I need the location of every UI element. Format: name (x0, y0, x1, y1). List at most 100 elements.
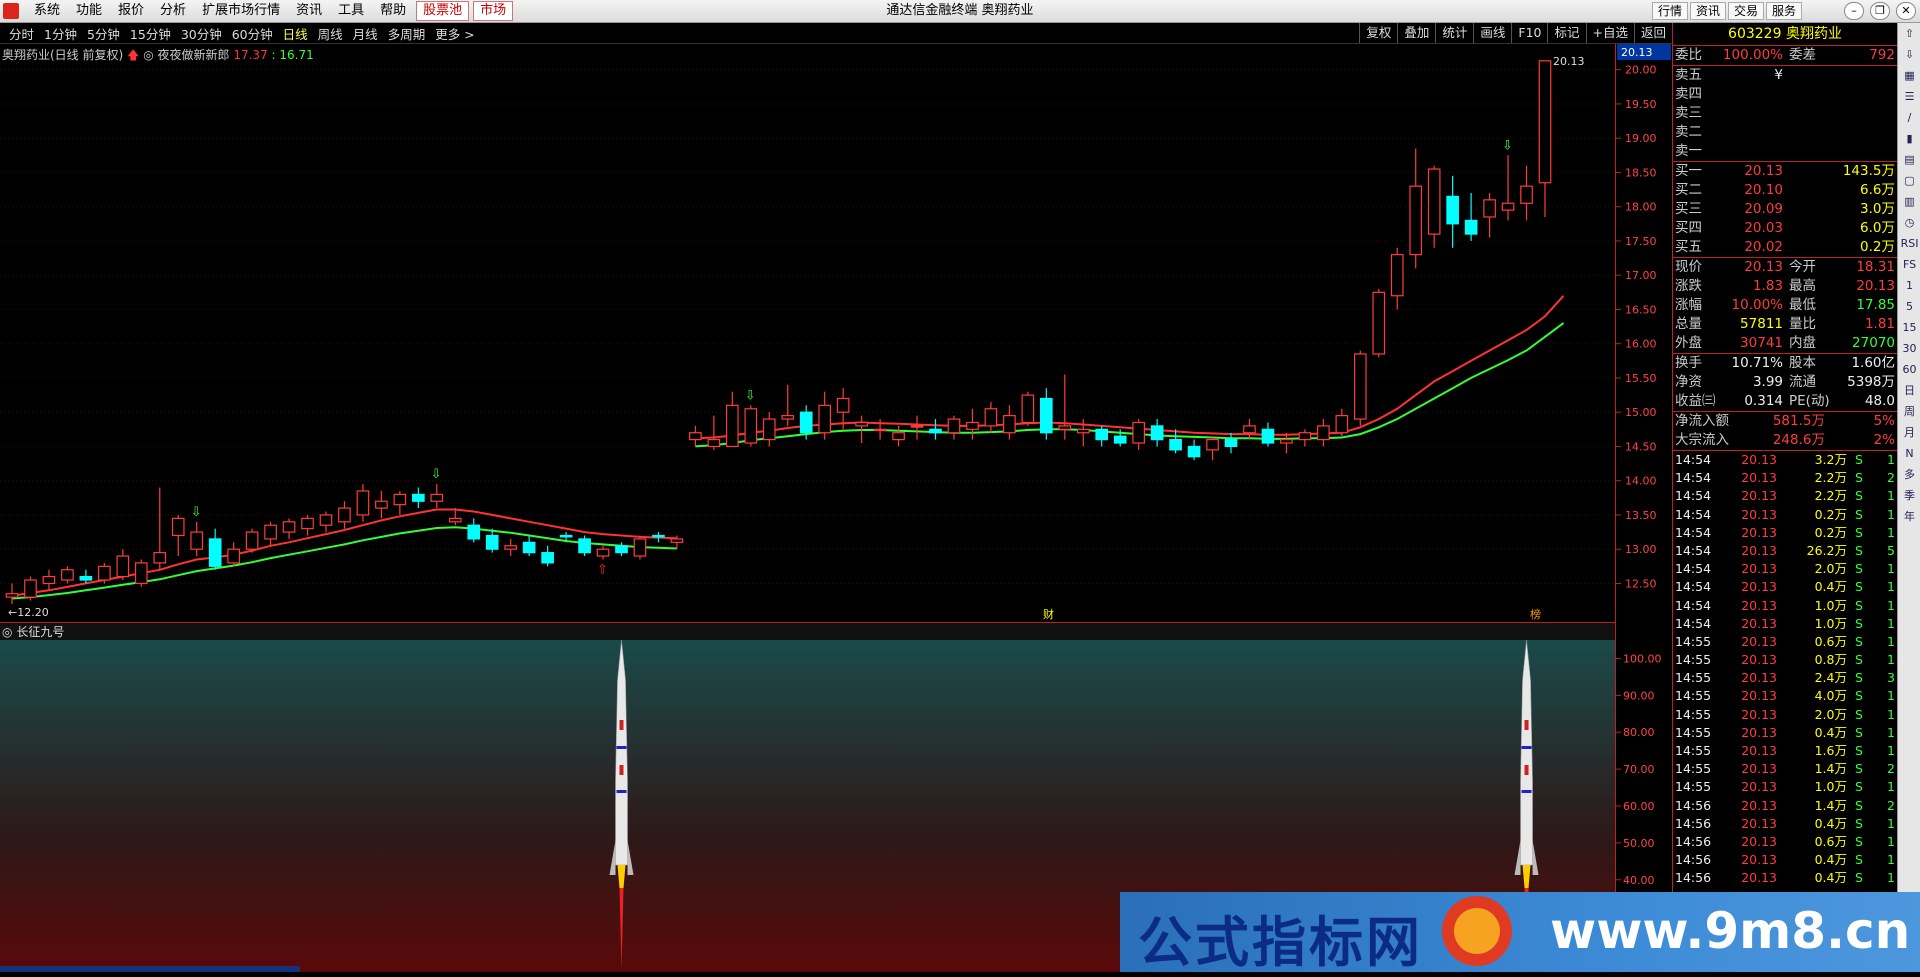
list-icon[interactable]: ☰ (1898, 86, 1920, 107)
collapse-icon[interactable]: ◎ (143, 48, 153, 62)
tick-price: 20.13 (1741, 779, 1777, 795)
top-button[interactable]: 资讯 (1689, 2, 1726, 20)
menu-item[interactable]: 报价 (110, 0, 152, 22)
sidebar-shortcut[interactable]: 5 (1898, 296, 1920, 317)
quote-label: 内盘 (1789, 335, 1816, 351)
tick-row: 14:54 20.13 0.2万 S 1 (1673, 506, 1897, 524)
menu-item[interactable]: 功能 (68, 0, 110, 22)
top-button[interactable]: 行情 (1651, 2, 1688, 20)
minimize-icon[interactable]: – (1844, 2, 1864, 20)
period-tab[interactable]: 周线 (313, 24, 348, 43)
menu-item-highlight[interactable]: 市场 (473, 1, 514, 21)
quote-label: 涨跌 (1675, 278, 1702, 294)
tool-button[interactable]: 返回 (1633, 23, 1672, 43)
period-tab[interactable]: 60分钟 (227, 24, 278, 43)
chart-icon[interactable]: ▥ (1898, 191, 1920, 212)
menu-item[interactable]: 帮助 (372, 0, 414, 22)
sidebar-shortcut[interactable]: 30 (1898, 338, 1920, 359)
tick-volume: 2.0万 (1814, 561, 1847, 577)
tick-row: 14:56 20.13 0.4万 S 1 (1673, 851, 1897, 869)
candle-icon[interactable]: ▮ (1898, 128, 1920, 149)
app-logo-icon[interactable] (3, 3, 19, 19)
tool-button[interactable]: 标记 (1547, 23, 1585, 43)
period-tab[interactable]: 分时 (4, 24, 39, 43)
candle-body (5, 593, 19, 598)
menu-item[interactable]: 扩展市场行情 (194, 0, 288, 22)
tool-button[interactable]: 叠加 (1397, 23, 1435, 43)
period-tab[interactable]: 多周期 (383, 24, 431, 43)
tick-row: 14:55 20.13 4.0万 S 1 (1673, 687, 1897, 705)
sidebar-shortcut[interactable]: 15 (1898, 317, 1920, 338)
period-tab[interactable]: 1分钟 (39, 24, 82, 43)
menu-item[interactable]: 系统 (26, 0, 68, 22)
top-button[interactable]: 交易 (1727, 2, 1764, 20)
tool-button[interactable]: 统计 (1435, 23, 1473, 43)
quote-row: 现价 20.13 今开 18.31 (1673, 258, 1897, 277)
sidebar-shortcut[interactable]: 周 (1898, 401, 1920, 422)
candle-body (725, 404, 739, 448)
doc-icon[interactable]: ▢ (1898, 170, 1920, 191)
tick-volume: 3.2万 (1814, 452, 1847, 467)
up-icon[interactable]: ⇧ (1898, 23, 1920, 44)
candle-body (1113, 435, 1127, 444)
price-axis-svg: 20.00 19.50 19.00 18.50 18.00 17.50 17.00 16.50… (1616, 44, 1671, 590)
sidebar-shortcut[interactable]: N (1898, 443, 1920, 464)
main-kline-chart[interactable]: 奥翔药业(日线 前复权) 🡅 ◎ 夜夜做新新郎 17.37 : 16.71 ⇩ ⇩… (0, 44, 1672, 622)
menu-item[interactable]: 工具 (330, 0, 372, 22)
tick-time: 14:54 (1675, 470, 1712, 486)
tick-volume: 0.8万 (1814, 652, 1847, 668)
sidebar-shortcut[interactable]: 日 (1898, 380, 1920, 401)
candle-body (1261, 428, 1275, 444)
sidebar-shortcut[interactable]: 季 (1898, 485, 1920, 506)
tool-button[interactable]: +自选 (1585, 23, 1634, 43)
down-icon[interactable]: ⇩ (1898, 44, 1920, 65)
tick-count: 1 (1887, 652, 1895, 668)
table-icon[interactable]: ▤ (1898, 149, 1920, 170)
candle-body (264, 524, 277, 540)
sidebar-shortcut[interactable]: 多 (1898, 464, 1920, 485)
menu-item[interactable]: 资讯 (288, 0, 330, 22)
buy-label: 买四 (1675, 220, 1702, 236)
period-tab[interactable]: 15分钟 (125, 24, 176, 43)
candle-body (873, 428, 887, 432)
ma-line-red (11, 295, 1565, 597)
tool-button[interactable]: 复权 (1359, 23, 1397, 43)
tick-row: 14:55 20.13 2.0万 S 1 (1673, 706, 1897, 724)
buy-price: 20.02 (1744, 239, 1783, 255)
menu-item-highlight[interactable]: 股票池 (416, 1, 470, 21)
candle-body (1021, 394, 1035, 424)
tick-volume: 1.0万 (1814, 615, 1847, 631)
sidebar-shortcut[interactable]: 年 (1898, 506, 1920, 527)
grid-icon[interactable]: ▦ (1898, 65, 1920, 86)
collapse-icon[interactable]: ◎ (2, 625, 12, 639)
watermark-title: 公式指标网 (1138, 910, 1423, 974)
close-icon[interactable]: ✕ (1896, 2, 1916, 20)
candle-body (855, 421, 868, 427)
candle-body (319, 514, 333, 526)
period-tab[interactable]: 30分钟 (176, 24, 227, 43)
sell-row: 卖五 ¥ (1673, 66, 1897, 85)
candle-body (134, 562, 148, 585)
clock-icon[interactable]: ◷ (1898, 212, 1920, 233)
period-tab[interactable]: 月线 (348, 24, 383, 43)
rocket-stripe (619, 720, 624, 730)
sidebar-shortcut[interactable]: RSI (1898, 233, 1920, 254)
sidebar-shortcut[interactable]: 1 (1898, 275, 1920, 296)
candle-body (1520, 185, 1533, 204)
tick-list[interactable]: 14:54 20.13 3.2万 S 1 14:54 20.13 2.2万 S 2 14:54 20.… (1673, 451, 1897, 888)
sidebar-shortcut[interactable]: 月 (1898, 422, 1920, 443)
sidebar-shortcut[interactable]: 60 (1898, 359, 1920, 380)
tool-button[interactable]: 画线 (1473, 23, 1511, 43)
period-tab[interactable]: 日线 (278, 24, 313, 43)
sidebar-shortcut[interactable]: FS (1898, 254, 1920, 275)
period-tab[interactable]: 更多 > (430, 24, 479, 43)
quote-label: 现价 (1675, 259, 1702, 275)
menu-item[interactable]: 分析 (152, 0, 194, 22)
line-icon[interactable]: ∕ (1898, 107, 1920, 128)
tick-price: 20.13 (1741, 561, 1777, 577)
top-button[interactable]: 服务 (1765, 2, 1802, 20)
quote-value: 30741 (1740, 335, 1783, 351)
restore-icon[interactable]: ❐ (1870, 2, 1890, 20)
period-tab[interactable]: 5分钟 (82, 24, 125, 43)
tool-button[interactable]: F10 (1511, 23, 1547, 43)
